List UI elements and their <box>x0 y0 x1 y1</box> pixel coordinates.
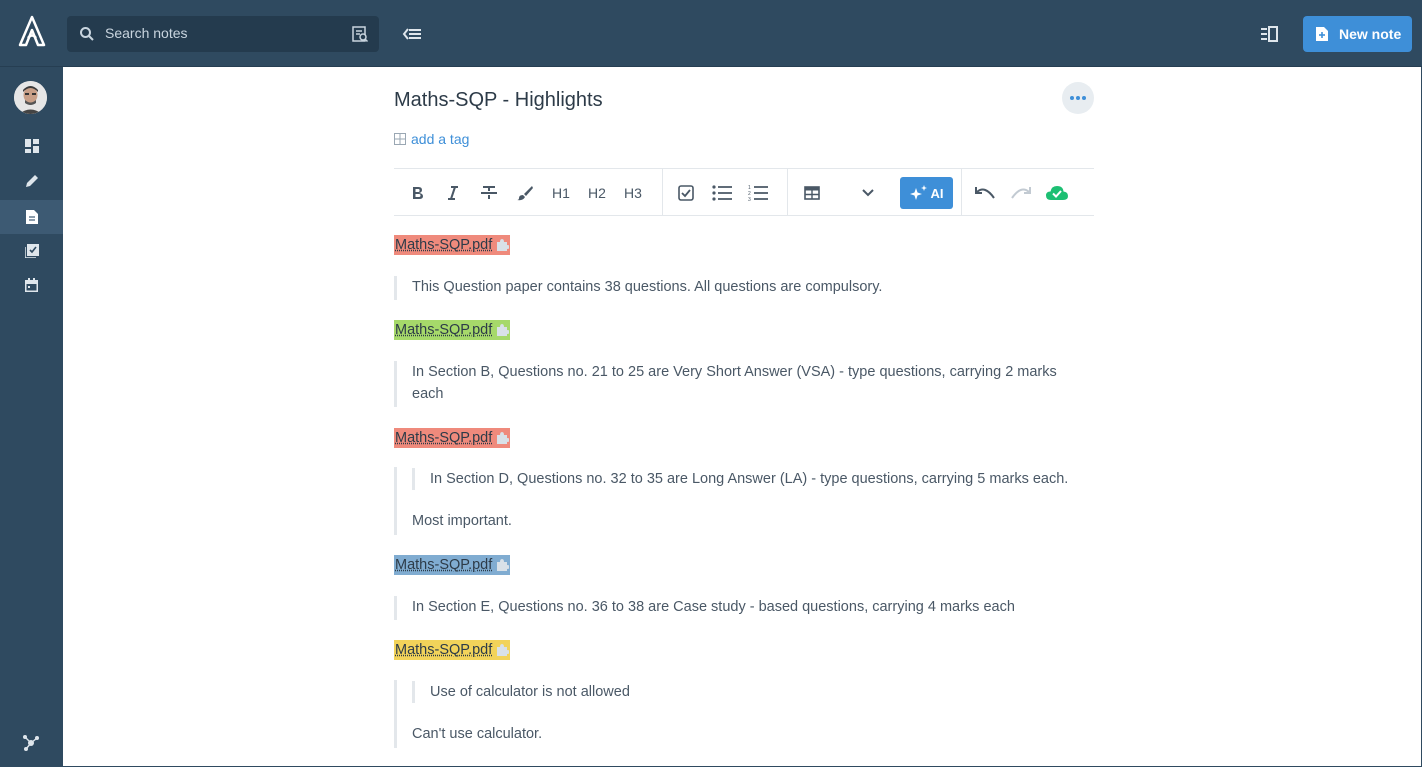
dashboard-icon <box>24 139 39 153</box>
calendar-icon <box>25 278 38 292</box>
amplenote-logo-icon[interactable] <box>14 14 50 50</box>
sync-status-icon[interactable] <box>1045 181 1069 205</box>
new-note-label: New note <box>1339 26 1402 42</box>
layout-toggle-icon[interactable] <box>1257 22 1281 46</box>
plugin-icon <box>497 432 510 444</box>
quote-text: In Section D, Questions no. 32 to 35 are… <box>430 471 1069 487</box>
svg-text:3: 3 <box>748 197 751 202</box>
table-icon <box>804 186 820 200</box>
sidebar-item-dashboard[interactable] <box>0 129 63 163</box>
nested-blockquote: In Section D, Questions no. 32 to 35 are… <box>412 468 1068 490</box>
graph-icon[interactable] <box>22 733 40 751</box>
ai-label: AI <box>930 185 944 201</box>
bullet-list-icon <box>712 185 732 201</box>
comment-text: Can't use calculator. <box>412 726 543 742</box>
tasks-icon <box>24 244 39 258</box>
highlight-source[interactable]: Maths-SQP.pdf <box>395 555 492 575</box>
quote-text: Use of calculator is not allowed <box>430 684 630 700</box>
undo-button[interactable] <box>973 181 997 205</box>
strikethrough-button[interactable] <box>477 181 501 205</box>
sparkle-icon <box>909 185 927 200</box>
new-note-button[interactable]: New note <box>1303 16 1412 52</box>
collapse-sidebar-icon[interactable] <box>400 22 424 46</box>
quote-text: each <box>412 386 444 402</box>
italic-button[interactable] <box>441 181 465 205</box>
plugin-icon <box>497 559 510 571</box>
ai-button[interactable]: AI <box>900 177 953 209</box>
numbered-list-button[interactable]: 123 <box>746 181 770 205</box>
highlight-link[interactable]: Maths-SQP.pdf <box>394 428 511 448</box>
note-icon <box>25 210 38 224</box>
bold-icon <box>413 187 423 199</box>
strikethrough-icon <box>481 186 497 199</box>
note-editor-area: Maths-SQP - Highlights add a tag H1 H2 H… <box>63 67 1421 766</box>
highlight-source[interactable]: Maths-SQP.pdf <box>395 428 492 448</box>
checkbox-icon <box>678 185 694 201</box>
bold-button[interactable] <box>406 181 430 205</box>
new-note-icon <box>1316 27 1328 41</box>
toolbar-divider <box>787 169 788 215</box>
redo-button[interactable] <box>1009 181 1033 205</box>
note-title[interactable]: Maths-SQP - Highlights <box>394 89 603 112</box>
highlight-source[interactable]: Maths-SQP.pdf <box>395 320 492 340</box>
search-placeholder: Search notes <box>105 25 188 41</box>
plugin-icon <box>497 644 510 656</box>
highlight-link[interactable]: Maths-SQP.pdf <box>394 235 511 255</box>
more-icon <box>1070 96 1086 100</box>
insert-table-button[interactable] <box>800 181 824 205</box>
quote-text: In Section B, Questions no. 21 to 25 are… <box>412 364 1057 380</box>
heading2-button[interactable]: H2 <box>585 181 609 205</box>
add-tag-label: add a tag <box>411 131 470 147</box>
search-icon <box>80 27 94 41</box>
sidebar-item-tasks[interactable] <box>0 234 63 268</box>
plugin-icon <box>497 324 510 336</box>
nested-blockquote: Use of calculator is not allowed <box>412 681 630 703</box>
checklist-button[interactable] <box>674 181 698 205</box>
avatar[interactable] <box>14 81 47 114</box>
note-options-button[interactable] <box>1062 82 1094 114</box>
redo-icon <box>1011 187 1031 199</box>
sidebar-item-calendar[interactable] <box>0 268 63 302</box>
highlight-link[interactable]: Maths-SQP.pdf <box>394 320 511 340</box>
blockquote: In Section E, Questions no. 36 to 38 are… <box>394 596 1015 620</box>
brush-icon <box>517 186 533 201</box>
formatting-toolbar: H1 H2 H3 123 AI <box>394 168 1094 216</box>
heading1-button[interactable]: H1 <box>549 181 573 205</box>
toolbar-divider <box>961 169 962 215</box>
tag-icon <box>394 133 406 145</box>
sidebar-item-notes[interactable] <box>0 200 63 234</box>
numbered-list-icon: 123 <box>748 185 768 202</box>
quote-text: In Section E, Questions no. 36 to 38 are… <box>412 599 1015 615</box>
undo-icon <box>975 187 995 199</box>
blockquote: This Question paper contains 38 question… <box>394 276 882 300</box>
bullet-list-button[interactable] <box>710 181 734 205</box>
quote-text: This Question paper contains 38 question… <box>412 279 883 295</box>
sidebar-item-jots[interactable] <box>0 164 63 198</box>
comment-text: Most important. <box>412 513 512 529</box>
top-bar: Search notes New note <box>0 0 1422 67</box>
highlight-source[interactable]: Maths-SQP.pdf <box>395 640 492 660</box>
highlight-button[interactable] <box>513 181 537 205</box>
highlight-link[interactable]: Maths-SQP.pdf <box>394 640 511 660</box>
highlight-link[interactable]: Maths-SQP.pdf <box>394 555 511 575</box>
highlight-source[interactable]: Maths-SQP.pdf <box>395 235 492 255</box>
blockquote: In Section D, Questions no. 32 to 35 are… <box>394 467 1068 535</box>
italic-icon <box>448 186 458 200</box>
sidebar <box>0 67 63 767</box>
add-tag-link[interactable]: add a tag <box>394 131 469 147</box>
toolbar-divider <box>662 169 663 215</box>
chevron-down-icon <box>862 189 874 197</box>
blockquote: Use of calculator is not allowed Can't u… <box>394 680 630 748</box>
search-input[interactable]: Search notes <box>67 16 379 52</box>
plugin-icon <box>497 239 510 251</box>
pencil-icon <box>25 175 38 187</box>
heading3-button[interactable]: H3 <box>621 181 645 205</box>
advanced-search-icon[interactable] <box>351 25 369 43</box>
blockquote: In Section B, Questions no. 21 to 25 are… <box>394 361 1057 407</box>
more-formatting-button[interactable] <box>856 181 880 205</box>
